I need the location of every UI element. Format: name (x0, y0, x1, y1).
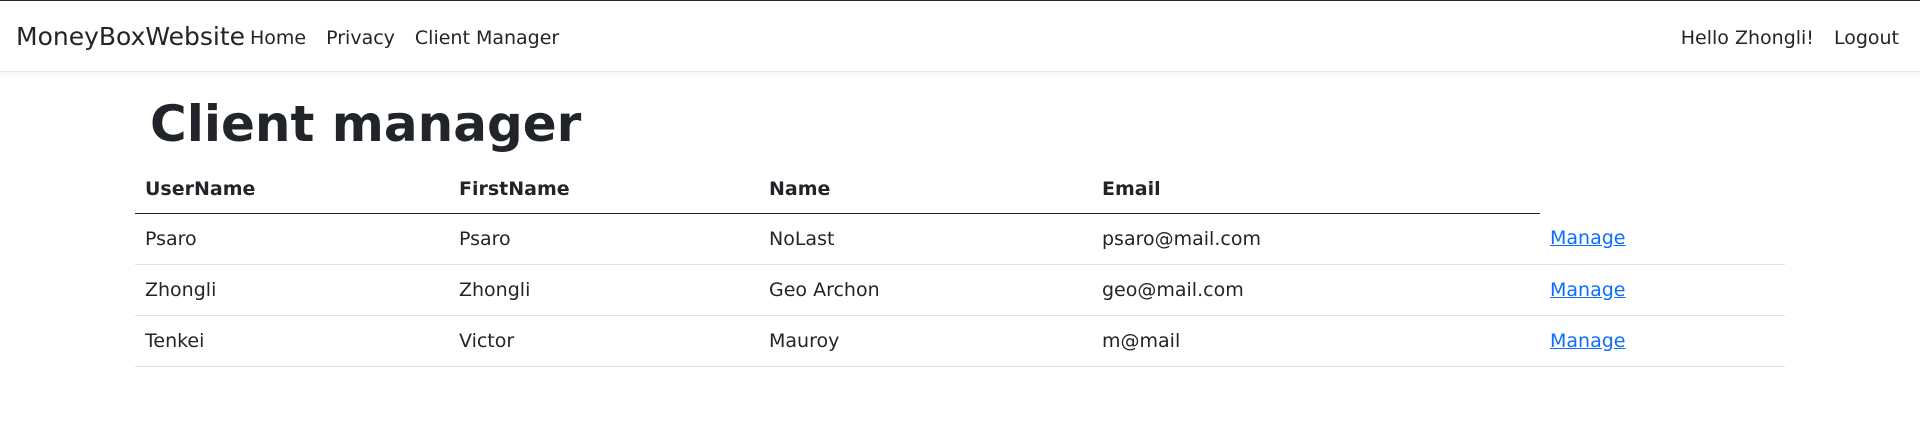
cell-username: Zhongli (135, 264, 449, 316)
cell-action: Manage (1540, 213, 1785, 265)
cell-name: NoLast (759, 213, 1092, 265)
cell-firstname: Victor (449, 315, 759, 367)
main-nav: Home Privacy Client Manager (250, 25, 579, 51)
client-table-container: UserName FirstName Name Email Psaro Psar… (135, 166, 1785, 367)
brand-link[interactable]: MoneyBoxWebsite (16, 21, 245, 53)
cell-firstname: Zhongli (449, 264, 759, 316)
nav-client-manager-link[interactable]: Client Manager (415, 25, 559, 51)
top-navbar: MoneyBoxWebsite Home Privacy Client Mana… (0, 0, 1920, 72)
table-row: Zhongli Zhongli Geo Archon geo@mail.com … (135, 264, 1785, 316)
cell-name: Geo Archon (759, 264, 1092, 316)
column-header-firstname: FirstName (449, 166, 759, 214)
cell-action: Manage (1540, 315, 1785, 367)
table-row: Tenkei Victor Mauroy m@mail Manage (135, 315, 1785, 367)
column-header-username: UserName (135, 166, 449, 214)
table-header-row: UserName FirstName Name Email (135, 166, 1785, 214)
nav-home-link[interactable]: Home (250, 25, 306, 51)
logout-link[interactable]: Logout (1834, 25, 1899, 51)
cell-action: Manage (1540, 264, 1785, 316)
cell-email: m@mail (1092, 315, 1540, 367)
manage-link[interactable]: Manage (1550, 227, 1625, 249)
table-body: Psaro Psaro NoLast psaro@mail.com Manage… (135, 213, 1785, 367)
column-header-name: Name (759, 166, 1092, 214)
cell-name: Mauroy (759, 315, 1092, 367)
table-row: Psaro Psaro NoLast psaro@mail.com Manage (135, 213, 1785, 265)
nav-privacy-link[interactable]: Privacy (326, 25, 395, 51)
cell-email: psaro@mail.com (1092, 213, 1540, 265)
user-greeting-link[interactable]: Hello Zhongli! (1681, 25, 1814, 51)
page-title: Client manager (150, 95, 582, 153)
manage-link[interactable]: Manage (1550, 330, 1625, 352)
cell-username: Tenkei (135, 315, 449, 367)
cell-email: geo@mail.com (1092, 264, 1540, 316)
column-header-email: Email (1092, 166, 1540, 214)
table-header: UserName FirstName Name Email (135, 166, 1785, 214)
manage-link[interactable]: Manage (1550, 279, 1625, 301)
client-table: UserName FirstName Name Email Psaro Psar… (135, 166, 1785, 367)
column-header-action (1540, 166, 1785, 213)
cell-username: Psaro (135, 213, 449, 265)
user-nav: Hello Zhongli! Logout (1661, 25, 1899, 51)
cell-firstname: Psaro (449, 213, 759, 265)
